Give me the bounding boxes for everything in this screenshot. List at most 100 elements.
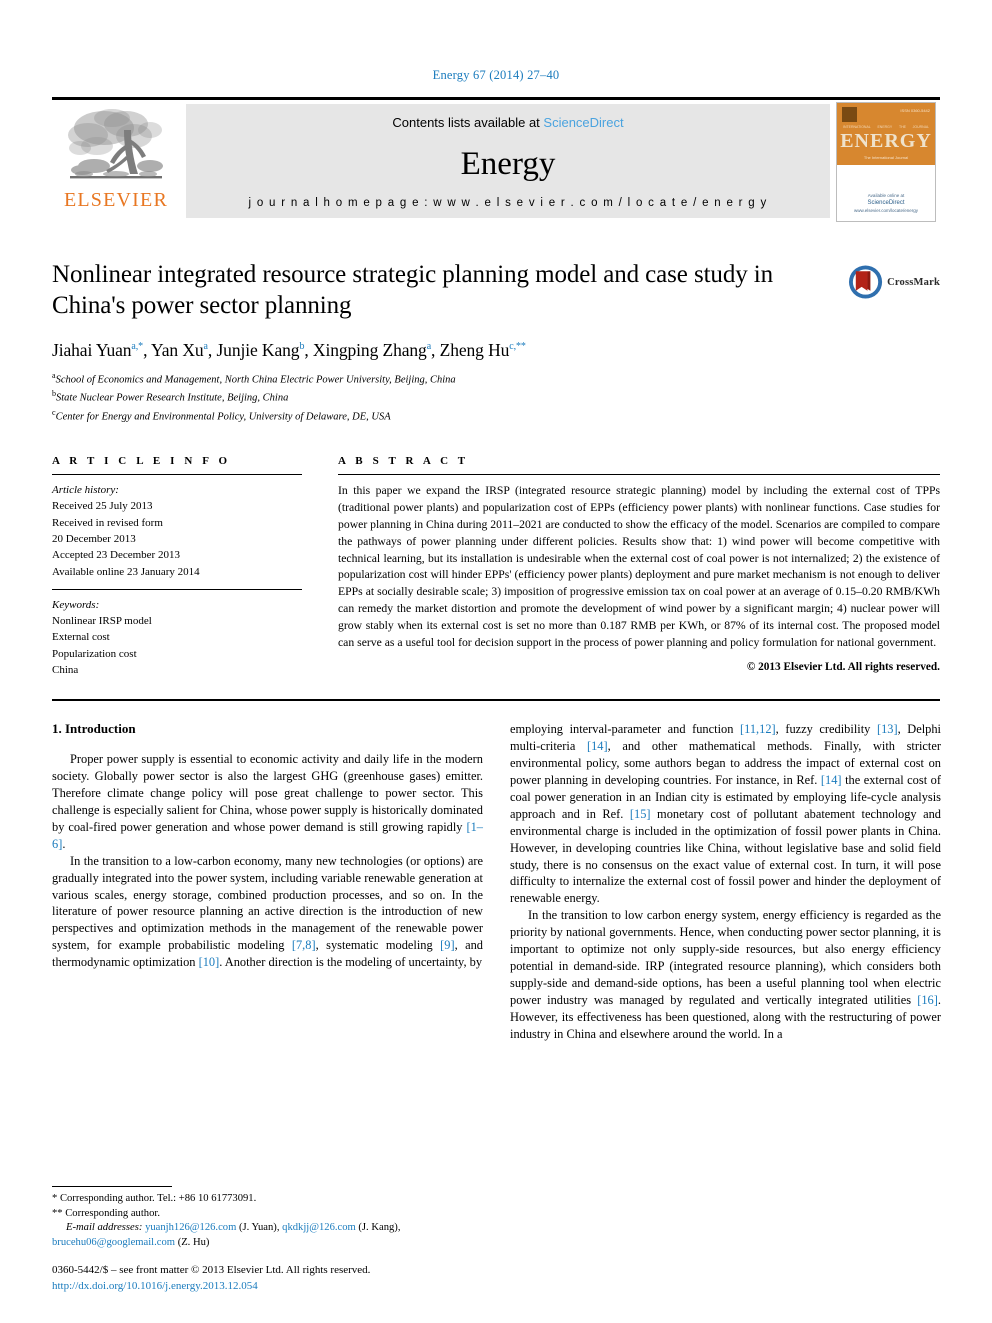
cover-publisher-badge-icon [842,107,857,122]
affiliation-text: Center for Energy and Environmental Poli… [55,411,391,423]
citation-link[interactable]: [9] [440,938,454,952]
cover-word-band: INTERNATIONAL ENERGY THE JOURNAL [843,125,929,129]
abstract-heading: A B S T R A C T [338,455,469,468]
cover-footer-small: Available online at [867,192,905,198]
abstract-column: A B S T R A C T In this paper we expand … [338,455,940,687]
footnote-block: * Corresponding author. Tel.: +86 10 617… [52,1185,483,1251]
affiliation-item: cCenter for Energy and Environmental Pol… [52,407,940,425]
history-item: Received in revised form [52,516,163,529]
intro-paragraph: In the transition to low carbon energy s… [510,908,941,1041]
author-entry[interactable]: Junjie Kangb [216,340,304,360]
citation-link[interactable]: [11,12] [740,722,776,736]
history-item: Accepted 23 December 2013 [52,549,180,562]
article-history-group: Article history: Received 25 July 2013 R… [52,475,302,589]
author-marks: a,* [131,341,144,353]
affiliation-text: State Nuclear Power Research Institute, … [56,392,289,404]
front-matter-block: 0360-5442/$ – see front matter © 2013 El… [52,1263,572,1295]
body-two-column: 1. Introduction Proper power supply is e… [52,721,941,1121]
history-item: 20 December 2013 [52,533,136,546]
email-owner: (J. Kang) [358,1222,398,1234]
title-block: CrossMark Nonlinear integrated resource … [52,260,940,425]
abstract-text: In this paper we expand the IRSP (integr… [338,484,940,649]
author-name: Jiahai Yuan [52,340,132,360]
front-matter-line: 0360-5442/$ – see front matter © 2013 El… [52,1264,371,1277]
corresponding-author-note-1: * Corresponding author. Tel.: +86 10 617… [52,1192,257,1204]
keyword-item: Nonlinear IRSP model [52,615,152,628]
contents-available-line: Contents lists available at ScienceDirec… [392,115,623,130]
footnote-rule [52,1185,172,1187]
article-info-column: A R T I C L E I N F O Article history: R… [52,455,302,687]
cover-band-word: ENERGY [877,125,893,129]
keywords-group: Keywords: Nonlinear IRSP model External … [52,590,302,687]
author-marks: b [299,341,305,353]
email-link[interactable]: qkdkjj@126.com [282,1222,356,1233]
article-history-label: Article history: [52,484,119,497]
author-entry[interactable]: Zheng Huc,** [440,340,526,360]
citation-link[interactable]: [14] [821,773,842,787]
author-name: Xingping Zhang [312,340,427,360]
section-heading-introduction: 1. Introduction [52,721,136,737]
elsevier-logo: ELSEVIER [52,100,180,226]
corresponding-author-note-2: ** Corresponding author. [52,1207,160,1219]
email-owner: (Z. Hu) [177,1237,210,1249]
article-info-heading: A R T I C L E I N F O [52,455,231,468]
doi-link[interactable]: http://dx.doi.org/10.1016/j.energy.2013.… [52,1279,572,1295]
author-marks: a [426,341,432,353]
affiliation-item: aSchool of Economics and Management, Nor… [52,370,940,388]
cover-image: ISSN 0360-5442 INTERNATIONAL ENERGY THE … [836,102,936,222]
citation-link[interactable]: [13] [877,722,898,736]
email-label: E-mail addresses: [66,1222,143,1234]
history-item: Available online 23 January 2014 [52,565,200,578]
cover-top-band: ISSN 0360-5442 INTERNATIONAL ENERGY THE … [837,103,935,165]
email-owner: (J. Yuan) [238,1222,277,1234]
intro-paragraph: Proper power supply is essential to econ… [52,752,483,851]
intro-paragraph: employing interval-parameter and functio… [510,722,941,906]
keyword-item: Popularization cost [52,647,137,660]
page-title: Nonlinear integrated resource strategic … [52,261,774,319]
citation-link[interactable]: [16] [917,993,938,1007]
author-list: Jiahai Yuana,*, Yan Xua, Junjie Kangb, X… [52,340,526,360]
abstract-copyright: © 2013 Elsevier Ltd. All rights reserved… [746,660,940,673]
intro-paragraph: In the transition to a low-carbon econom… [52,853,484,970]
affiliation-text: School of Economics and Management, Nort… [55,374,456,386]
running-head: Energy 67 (2014) 27–40 [432,68,560,82]
email-link[interactable]: yuanjh126@126.com [145,1222,236,1233]
journal-masthead: ELSEVIER Contents lists available at Sci… [52,97,940,226]
history-item: Received 25 July 2013 [52,500,153,513]
citation-link[interactable]: [1–6] [52,820,483,851]
affiliation-list: aSchool of Economics and Management, Nor… [52,370,940,425]
cover-footer-sciencedirect: ScienceDirect [867,200,905,207]
author-entry[interactable]: Yan Xua [151,340,208,360]
keyword-item: External cost [52,631,110,644]
email-link[interactable]: brucehu06@googlemail.com [52,1237,175,1248]
cover-subtitle: The International Journal [863,155,909,160]
journal-cover-thumbnail: ISSN 0360-5442 INTERNATIONAL ENERGY THE … [836,100,940,226]
citation-link[interactable]: [7,8] [292,938,316,952]
crossmark-badge[interactable]: CrossMark [848,262,940,302]
info-abstract-section: A R T I C L E I N F O Article history: R… [52,455,940,702]
author-entry[interactable]: Xingping Zhanga [313,340,431,360]
citation-link[interactable]: [10] [199,955,220,969]
cover-band-word: THE [898,125,906,129]
author-name: Yan Xu [150,340,204,360]
journal-title: Energy [460,146,556,182]
keywords-label: Keywords: [52,598,100,611]
cover-footer: Available online at ScienceDirect www.el… [837,193,935,216]
paper-page: Energy 67 (2014) 27–40 ELSEVIER Contents… [0,0,992,1323]
elsevier-wordmark: ELSEVIER [63,189,169,211]
body-left-column: 1. Introduction Proper power supply is e… [52,721,483,1121]
journal-homepage-line[interactable]: j o u r n a l h o m e p a g e : w w w . … [248,197,767,209]
author-name: Junjie Kang [216,340,300,360]
elsevier-tree-icon [68,109,163,179]
crossmark-icon [848,265,883,299]
body-right-column: employing interval-parameter and functio… [510,721,941,1121]
author-entry[interactable]: Jiahai Yuana,* [52,340,143,360]
cover-footer-url: www.elsevier.com/locate/energy [853,208,919,214]
crossmark-label: CrossMark [887,276,940,288]
cover-title-text: ENERGY [840,130,932,152]
affiliation-item: bState Nuclear Power Research Institute,… [52,388,940,406]
citation-link[interactable]: [15] [630,807,651,821]
sciencedirect-link[interactable]: ScienceDirect [543,115,623,130]
citation-link[interactable]: [14] [587,739,608,753]
author-marks: c,** [509,341,526,353]
